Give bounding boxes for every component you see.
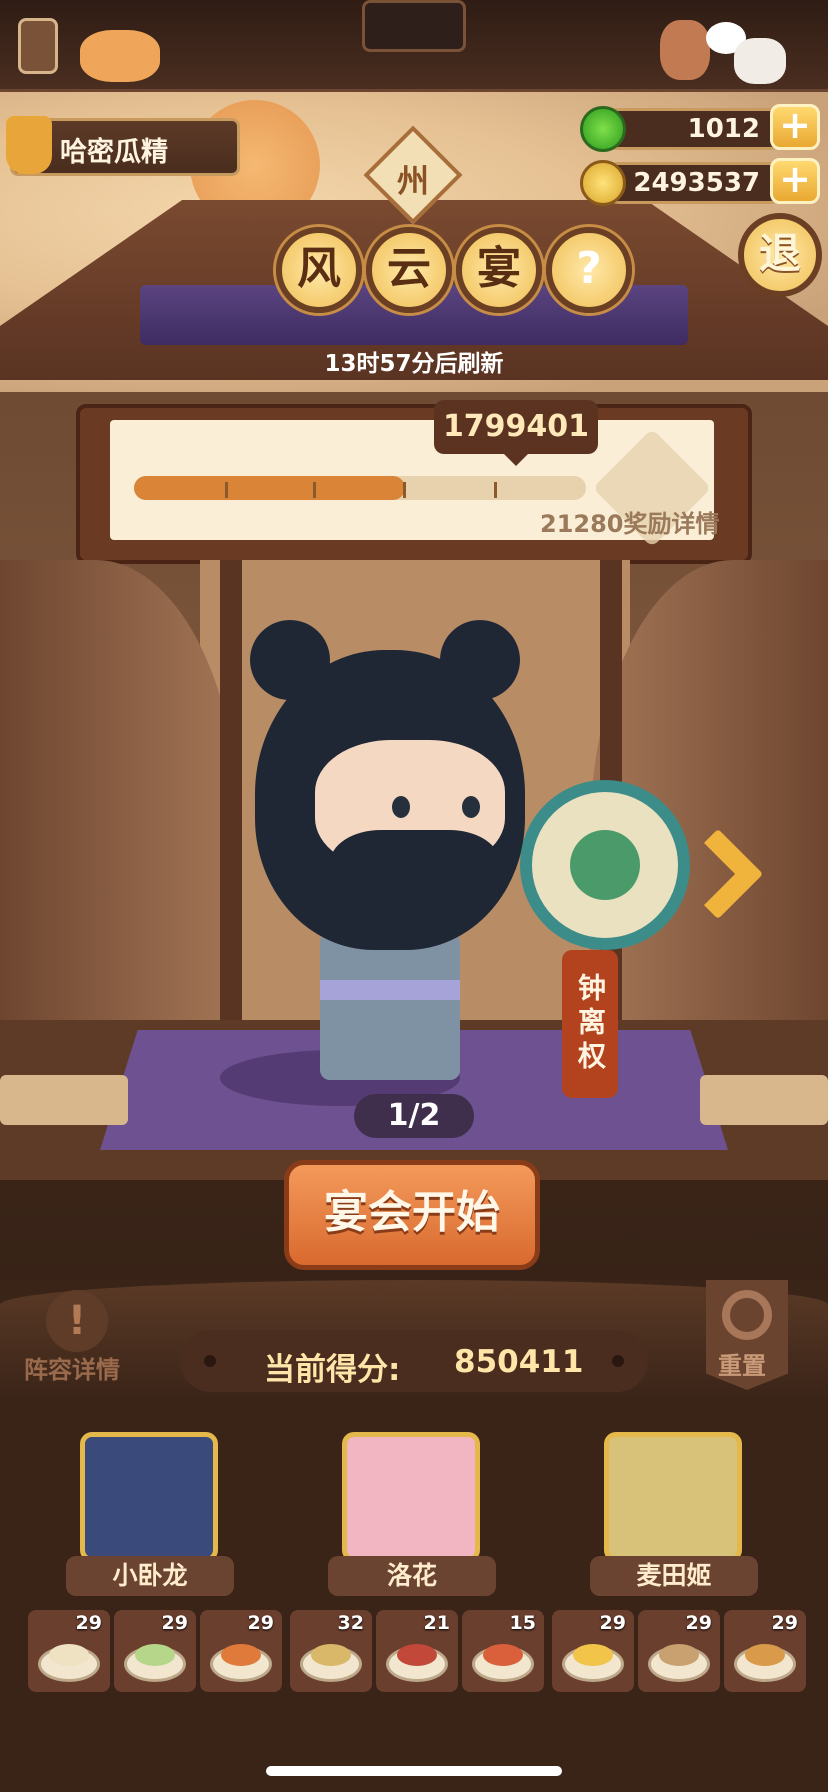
- hero-card-2[interactable]: [342, 1432, 480, 1562]
- owl-portrait-icon: [362, 0, 466, 52]
- stage-bench-left: [0, 1075, 128, 1125]
- white-cat-icon: [734, 38, 786, 84]
- title-char-yun: 云: [366, 227, 452, 313]
- reset-label[interactable]: 重置: [718, 1346, 766, 1381]
- reward-details-link[interactable]: 21280奖励详情: [540, 504, 720, 539]
- orange-cat-icon: [80, 30, 160, 82]
- title-char-yan: 宴: [456, 227, 542, 313]
- trophy-rank-icon: [6, 116, 52, 174]
- dish-food-icon: [135, 1644, 175, 1666]
- dish-count: 29: [247, 1612, 274, 1634]
- hero-card-3[interactable]: [604, 1432, 742, 1562]
- lineup-details-icon[interactable]: !: [46, 1290, 108, 1352]
- progress-tick: [225, 482, 228, 498]
- current-score-value: 850411: [454, 1344, 584, 1380]
- progress-tick: [403, 482, 406, 498]
- dish-count: 29: [685, 1612, 712, 1634]
- character-name-tag: 钟离权: [562, 950, 618, 1098]
- hero-name-3: 麦田姬: [590, 1556, 758, 1596]
- coin-amount: 2493537: [633, 168, 760, 198]
- cat-hanging-sign-icon: [18, 18, 58, 74]
- progress-tick: [313, 482, 316, 498]
- stage-pillar-left: [220, 560, 242, 1030]
- dish-food-icon: [221, 1644, 261, 1666]
- exit-button[interactable]: 退: [738, 213, 822, 297]
- progress-tick: [494, 482, 497, 498]
- dish-count: 29: [161, 1612, 188, 1634]
- dish-food-icon: [573, 1644, 613, 1666]
- title-char-feng: 风: [276, 227, 362, 313]
- current-score-label: 当前得分:: [264, 1352, 401, 1388]
- hero-name-2: 洛花: [328, 1556, 496, 1596]
- reset-arrows-icon: [722, 1290, 772, 1340]
- dish-food-icon: [659, 1644, 699, 1666]
- stage-bench-right: [700, 1075, 828, 1125]
- refresh-countdown: 13时57分后刷新: [324, 351, 504, 377]
- add-jade-button[interactable]: +: [770, 104, 820, 150]
- palm-fan-core: [570, 830, 640, 900]
- dish-count: 15: [509, 1612, 536, 1634]
- dish-food-icon: [483, 1644, 523, 1666]
- character-eye-right: [462, 796, 480, 818]
- character-eye-left: [392, 796, 410, 818]
- character-beard: [330, 830, 500, 940]
- dish-count: 29: [771, 1612, 798, 1634]
- progress-score-bubble: 1799401: [434, 400, 598, 466]
- dish-food-icon: [745, 1644, 785, 1666]
- dish-food-icon: [397, 1644, 437, 1666]
- progress-fill: [134, 476, 405, 500]
- chef-npc-icon: [660, 20, 710, 80]
- score-panel-dot: [612, 1355, 624, 1367]
- hero-card-1[interactable]: [80, 1432, 218, 1562]
- jade-amount: 1012: [687, 114, 760, 144]
- home-indicator[interactable]: [266, 1766, 562, 1776]
- lineup-details-button[interactable]: 阵容详情: [24, 1350, 120, 1385]
- dish-count: 21: [423, 1612, 450, 1634]
- game-screen: 哈密瓜精 1012 + 2493537 + 退 州 风 云 宴 ? 13时57分…: [0, 0, 828, 1792]
- dish-count: 32: [337, 1612, 364, 1634]
- dish-food-icon: [311, 1644, 351, 1666]
- dish-food-icon: [49, 1644, 89, 1666]
- score-panel-dot: [204, 1355, 216, 1367]
- add-coins-button[interactable]: +: [770, 158, 820, 204]
- hero-name-1: 小卧龙: [66, 1556, 234, 1596]
- dish-count: 29: [75, 1612, 102, 1634]
- character-belt: [320, 980, 460, 1000]
- help-button[interactable]: ?: [546, 227, 632, 313]
- region-badge-label: 州: [396, 162, 429, 200]
- start-banquet-button[interactable]: 宴会开始: [284, 1160, 540, 1270]
- dish-count: 29: [599, 1612, 626, 1634]
- player-name: 哈密瓜精: [60, 137, 168, 168]
- character-page-indicator: 1/2: [354, 1094, 474, 1138]
